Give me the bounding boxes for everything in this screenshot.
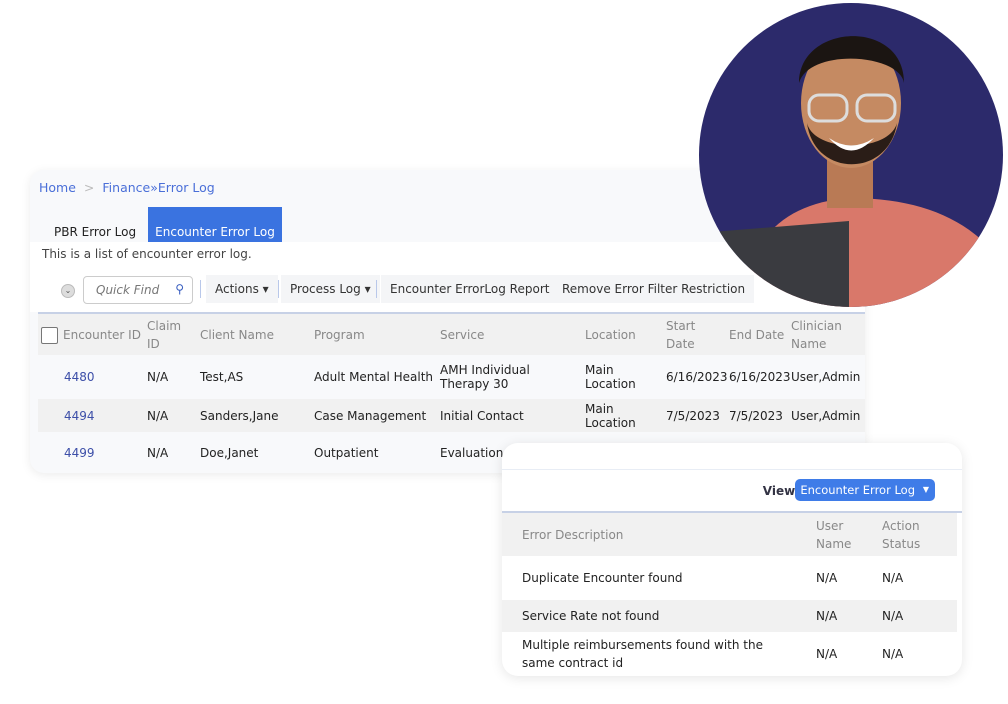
cell: Case Management (311, 399, 437, 432)
column-end-date[interactable]: End Date (726, 313, 788, 355)
encounter-id-link[interactable]: 4499 (38, 432, 144, 473)
column-encounter-id[interactable]: Encounter ID (38, 313, 144, 355)
quick-find-input[interactable]: Quick Find ⚲ (83, 276, 193, 304)
view-select-value: Encounter Error Log (800, 483, 915, 497)
cell: N/A (816, 571, 838, 585)
cell: N/A (147, 446, 169, 460)
cell: Test,AS (200, 370, 244, 384)
cell: Main Location (585, 363, 636, 391)
divider (200, 280, 201, 298)
table-row[interactable]: 4480 N/A Test,AS Adult Mental Health AMH Ind… (38, 355, 865, 399)
cell: N/A (882, 609, 904, 623)
column-claim-id[interactable]: Claim ID (144, 313, 197, 355)
cell: Adult Mental Health (314, 370, 434, 384)
column-program[interactable]: Program (311, 313, 437, 355)
encounter-id-link[interactable]: 4494 (38, 399, 144, 432)
header-label: Encounter ID (63, 327, 141, 342)
column-action-status[interactable]: Action Status (882, 513, 957, 556)
error-table: Error Description User Name Action Status … (502, 513, 957, 676)
process-log-button[interactable]: Process Log ▾ (281, 275, 380, 303)
caret-down-icon: ▼ (922, 485, 929, 494)
breadcrumb-current: »Error Log (150, 180, 215, 195)
cell: N/A (882, 571, 904, 585)
table-header: Error Description User Name Action Status (502, 513, 957, 556)
table-row[interactable]: Duplicate Encounter found N/A N/A (502, 556, 957, 600)
column-location[interactable]: Location (582, 313, 663, 355)
cell: Outpatient (314, 446, 379, 460)
cell: 7/5/2023 (663, 399, 726, 432)
search-icon[interactable]: ⚲ (175, 282, 184, 296)
table-row[interactable]: Service Rate not found N/A N/A (502, 600, 957, 632)
breadcrumb: Home > Finance»Error Log (39, 180, 215, 195)
cell: 7/5/2023 (726, 399, 788, 432)
chevron-right-icon: > (83, 180, 95, 195)
breadcrumb-finance[interactable]: Finance (102, 180, 150, 195)
expand-chevron-icon[interactable]: ⌄ (61, 284, 75, 298)
cell: Sanders,Jane (197, 399, 311, 432)
smiling-man-with-laptop-illustration (699, 36, 1003, 307)
table-row[interactable]: 4494 N/A Sanders,Jane Case Management Initia… (38, 399, 865, 432)
divider (376, 280, 377, 298)
table-row[interactable]: Multiple reimbursements found with the s… (502, 632, 957, 676)
remove-error-filter-button[interactable]: Remove Error Filter Restriction (553, 275, 755, 303)
select-all-checkbox[interactable] (41, 326, 58, 344)
column-start-date[interactable]: Start Date (663, 313, 726, 355)
cell: Service Rate not found (522, 609, 660, 623)
cell: AMH Individual Therapy 30 (440, 363, 530, 391)
column-clinician-name[interactable]: Clinician Name (788, 313, 865, 355)
cell: User,Admin (788, 399, 865, 432)
cell: Main Location (582, 399, 663, 432)
encounter-id-link[interactable]: 4480 (38, 355, 144, 399)
cell: 6/16/2023 (666, 370, 728, 384)
table-header: Encounter ID Claim ID Client Name Progra… (38, 313, 865, 355)
tab-encounter-error-log[interactable]: Encounter Error Log (148, 207, 282, 242)
quick-find-placeholder: Quick Find (96, 283, 160, 297)
cell: 6/16/2023 (729, 370, 791, 384)
tab-pbr-error-log[interactable]: PBR Error Log (42, 207, 148, 242)
breadcrumb-home[interactable]: Home (39, 180, 76, 195)
cell: Doe,Janet (200, 446, 259, 460)
cell: N/A (144, 399, 197, 432)
cell: Multiple reimbursements found with the s… (522, 638, 763, 670)
actions-button[interactable]: Actions ▾ (206, 275, 278, 303)
cell: N/A (816, 609, 838, 623)
panel-top (502, 443, 962, 470)
cell: N/A (882, 647, 904, 661)
person-photo (699, 3, 1003, 307)
divider (278, 280, 279, 298)
cell: N/A (816, 647, 838, 661)
column-service[interactable]: Service (437, 313, 582, 355)
cell: User,Admin (791, 370, 861, 384)
column-error-description[interactable]: Error Description (502, 513, 816, 556)
toolbar: ⌄ Quick Find ⚲ Actions ▾ Process Log ▾ En… (30, 268, 865, 312)
encounter-errorlog-report-button[interactable]: Encounter ErrorLog Report (381, 275, 559, 303)
error-details-panel: View: Encounter Error Log ▼ Error Descrip… (502, 443, 962, 676)
view-row: View: Encounter Error Log ▼ (502, 470, 962, 513)
view-select[interactable]: Encounter Error Log ▼ (795, 479, 935, 501)
cell: Duplicate Encounter found (522, 571, 683, 585)
column-client-name[interactable]: Client Name (197, 313, 311, 355)
cell: N/A (147, 370, 169, 384)
cell: Initial Contact (437, 399, 582, 432)
column-user-name[interactable]: User Name (816, 513, 882, 556)
